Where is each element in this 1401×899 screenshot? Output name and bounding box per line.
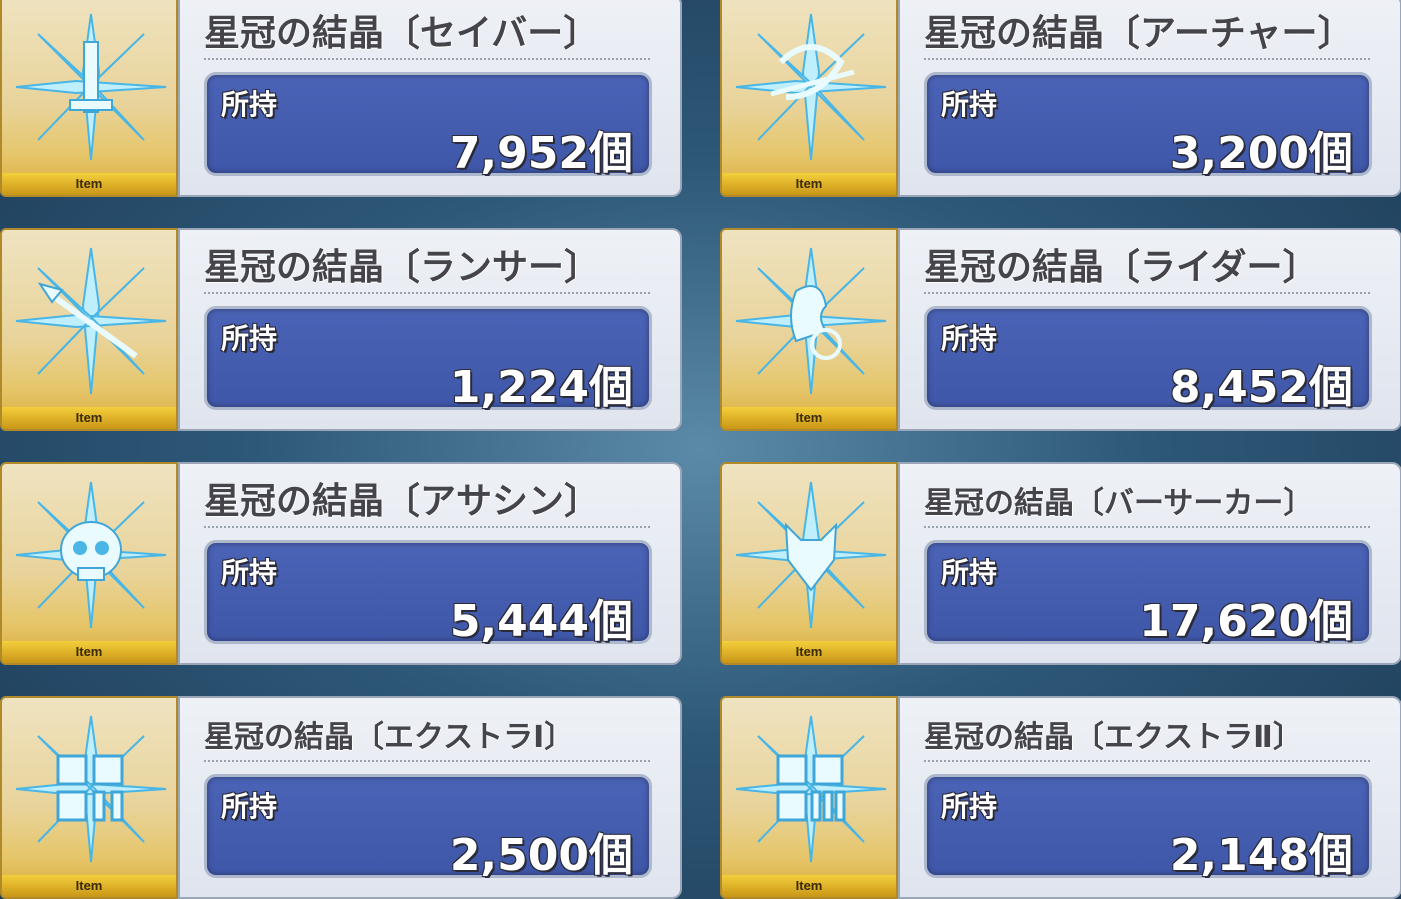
owned-label: 所持: [221, 556, 278, 589]
beast-crystal-icon: [735, 481, 887, 629]
owned-label: 所持: [221, 322, 278, 355]
item-info-panel: 星冠の結晶〔エクストラⅠ〕 所持 2,500個: [178, 696, 682, 899]
item-tag: Item: [722, 875, 896, 897]
horse-crystal-icon: [735, 247, 887, 395]
owned-count-box: 所持 17,620個: [924, 540, 1372, 647]
divider: [204, 526, 650, 528]
owned-count: 2,148個: [1169, 830, 1353, 881]
item-card[interactable]: Item 星冠の結晶〔エクストラⅠ〕 所持 2,500個: [0, 696, 682, 899]
item-info-panel: 星冠の結晶〔セイバー〕 所持 7,952個: [178, 0, 682, 197]
spear-crystal-icon: [15, 247, 167, 395]
sword-crystal-icon: [15, 13, 167, 161]
item-thumbnail: Item: [720, 228, 898, 431]
divider: [924, 292, 1370, 294]
item-thumbnail: Item: [720, 696, 898, 899]
item-name: 星冠の結晶〔ライダー〕: [924, 247, 1319, 288]
owned-count: 7,952個: [449, 128, 633, 179]
item-name: 星冠の結晶〔アサシン〕: [204, 481, 601, 522]
owned-label: 所持: [221, 790, 278, 823]
extra-two-crystal-icon: [735, 715, 887, 863]
owned-count: 2,500個: [449, 830, 633, 881]
item-info-panel: 星冠の結晶〔エクストラⅡ〕 所持 2,148個: [898, 696, 1401, 899]
divider: [204, 292, 650, 294]
item-card[interactable]: Item 星冠の結晶〔バーサーカー〕 所持 17,620個: [720, 462, 1401, 665]
item-card[interactable]: Item 星冠の結晶〔ランサー〕 所持 1,224個: [0, 228, 682, 431]
owned-label: 所持: [221, 88, 278, 121]
item-info-panel: 星冠の結晶〔ランサー〕 所持 1,224個: [178, 228, 682, 431]
item-thumbnail: Item: [0, 462, 178, 665]
item-tag: Item: [2, 875, 176, 897]
item-tag: Item: [722, 641, 896, 663]
divider: [204, 760, 650, 762]
divider: [204, 58, 650, 60]
bow-crystal-icon: [735, 13, 887, 161]
item-tag: Item: [722, 173, 896, 195]
item-name: 星冠の結晶〔セイバー〕: [204, 13, 600, 54]
owned-count-box: 所持 7,952個: [204, 72, 652, 179]
owned-count-box: 所持 1,224個: [204, 306, 652, 413]
item-card[interactable]: Item 星冠の結晶〔セイバー〕 所持 7,952個: [0, 0, 682, 197]
owned-count-box: 所持 5,444個: [204, 540, 652, 647]
item-tag: Item: [2, 641, 176, 663]
item-info-panel: 星冠の結晶〔アサシン〕 所持 5,444個: [178, 462, 682, 665]
item-card[interactable]: Item 星冠の結晶〔アサシン〕 所持 5,444個: [0, 462, 682, 665]
item-tag: Item: [2, 173, 176, 195]
item-tag: Item: [722, 407, 896, 429]
item-name: 星冠の結晶〔アーチャー〕: [924, 13, 1354, 54]
owned-count: 17,620個: [1139, 596, 1353, 647]
item-card[interactable]: Item 星冠の結晶〔エクストラⅡ〕 所持 2,148個: [720, 696, 1401, 899]
owned-label: 所持: [941, 556, 998, 589]
owned-count-box: 所持 3,200個: [924, 72, 1372, 179]
owned-label: 所持: [941, 88, 998, 121]
item-card[interactable]: Item 星冠の結晶〔ライダー〕 所持 8,452個: [720, 228, 1401, 431]
item-info-panel: 星冠の結晶〔バーサーカー〕 所持 17,620個: [898, 462, 1401, 665]
owned-count: 1,224個: [449, 362, 633, 413]
item-thumbnail: Item: [0, 228, 178, 431]
item-info-panel: 星冠の結晶〔アーチャー〕 所持 3,200個: [898, 0, 1401, 197]
item-tag: Item: [2, 407, 176, 429]
item-thumbnail: Item: [0, 0, 178, 197]
divider: [924, 760, 1370, 762]
item-thumbnail: Item: [0, 696, 178, 899]
item-info-panel: 星冠の結晶〔ライダー〕 所持 8,452個: [898, 228, 1401, 431]
item-card[interactable]: Item 星冠の結晶〔アーチャー〕 所持 3,200個: [720, 0, 1401, 197]
owned-label: 所持: [941, 322, 998, 355]
owned-count-box: 所持 2,148個: [924, 774, 1372, 881]
owned-label: 所持: [941, 790, 998, 823]
owned-count: 5,444個: [449, 596, 633, 647]
item-name: 星冠の結晶〔エクストラⅠ〕: [204, 720, 575, 755]
owned-count-box: 所持 8,452個: [924, 306, 1372, 413]
extra-one-crystal-icon: [15, 715, 167, 863]
item-name: 星冠の結晶〔エクストラⅡ〕: [924, 720, 1303, 755]
divider: [924, 58, 1370, 60]
item-thumbnail: Item: [720, 0, 898, 197]
item-name: 星冠の結晶〔ランサー〕: [204, 247, 601, 288]
owned-count-box: 所持 2,500個: [204, 774, 652, 881]
divider: [924, 526, 1370, 528]
item-name: 星冠の結晶〔バーサーカー〕: [924, 486, 1314, 521]
skull-crystal-icon: [15, 481, 167, 629]
owned-count: 3,200個: [1169, 128, 1353, 179]
owned-count: 8,452個: [1169, 362, 1353, 413]
item-thumbnail: Item: [720, 462, 898, 665]
